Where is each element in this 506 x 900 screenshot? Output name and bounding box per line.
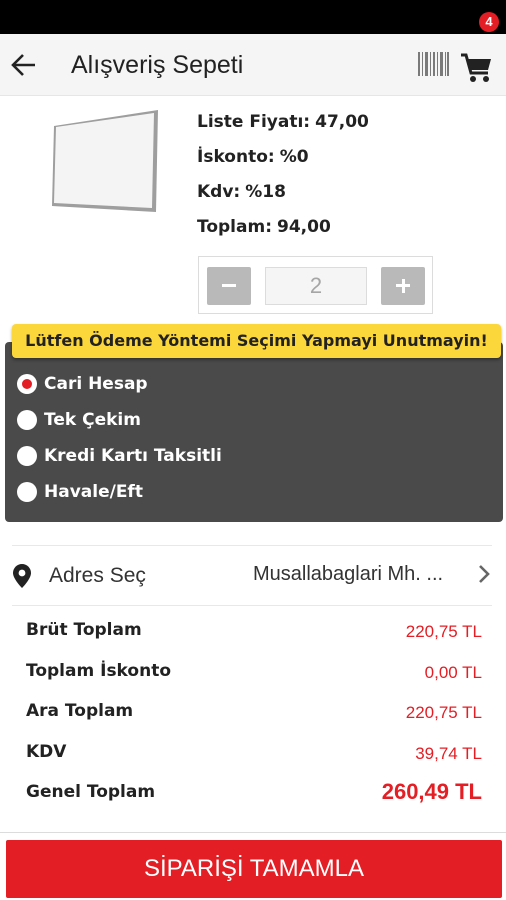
payment-option-label: Tek Çekim xyxy=(44,410,141,430)
radio-button[interactable] xyxy=(17,374,37,394)
subtotal-row: Ara Toplam 220,75 TL xyxy=(26,701,482,742)
vat-total-row: KDV 39,74 TL xyxy=(26,742,482,783)
payment-warning-banner: Lütfen Ödeme Yöntemi Seçimi Yapmayi Unut… xyxy=(12,324,501,358)
chevron-right-icon xyxy=(479,565,490,583)
barcode-button[interactable] xyxy=(418,52,449,76)
back-button[interactable] xyxy=(10,50,38,80)
total-label: KDV xyxy=(26,741,67,762)
list-price-row: Liste Fiyatı: 47,00 xyxy=(197,111,369,146)
vat-value: %18 xyxy=(245,182,286,202)
list-price-label: Liste Fiyatı: xyxy=(197,112,311,132)
divider xyxy=(12,545,492,546)
complete-order-button[interactable]: SİPARİŞİ TAMAMLA xyxy=(6,840,502,898)
screen: Alışveriş Sepeti 4 Liste Fiyatı: 47,00 İ… xyxy=(0,0,506,900)
total-discount-row: Toplam İskonto 0,00 TL xyxy=(26,661,482,702)
total-value: 39,74 TL xyxy=(415,743,482,763)
decrease-quantity-button[interactable] xyxy=(207,267,251,305)
payment-method-panel: Cari Hesap Tek Çekim Kredi Kartı Taksitl… xyxy=(5,342,503,522)
product-image xyxy=(48,108,160,214)
total-value: 0,00 TL xyxy=(424,662,482,682)
radio-button[interactable] xyxy=(17,446,37,466)
location-pin-icon xyxy=(13,564,31,588)
status-bar xyxy=(0,0,506,34)
list-price-value: 47,00 xyxy=(315,112,369,132)
total-label: Brüt Toplam xyxy=(26,620,142,640)
item-total-label: Toplam: xyxy=(197,217,272,237)
quantity-stepper: 2 xyxy=(198,256,433,314)
divider xyxy=(12,605,492,606)
grand-total-row: Genel Toplam 260,49 TL xyxy=(26,779,482,823)
cart-icon xyxy=(461,53,491,82)
product-info: Liste Fiyatı: 47,00 İskonto: %0 Kdv: %18 To… xyxy=(197,111,369,251)
cart-button[interactable] xyxy=(460,52,494,84)
discount-value: %0 xyxy=(279,147,309,167)
item-total-value: 94,00 xyxy=(277,217,331,237)
total-label: Genel Toplam xyxy=(26,782,156,802)
quantity-input[interactable]: 2 xyxy=(265,267,367,305)
vat-label: Kdv: xyxy=(197,182,241,202)
total-value: 220,75 TL xyxy=(405,622,482,641)
radio-button[interactable] xyxy=(17,482,37,502)
payment-option-label: Havale/Eft xyxy=(44,482,143,502)
gross-total-row: Brüt Toplam 220,75 TL xyxy=(26,620,482,661)
address-value: Musallabaglari Mh. ... xyxy=(253,563,444,585)
total-label: Toplam İskonto xyxy=(26,660,171,681)
divider xyxy=(0,832,506,833)
payment-option-label: Kredi Kartı Taksitli xyxy=(44,446,222,466)
page-title: Alışveriş Sepeti xyxy=(71,51,244,79)
address-selector[interactable]: Adres Seç Musallabaglari Mh. ... xyxy=(0,548,506,604)
increase-quantity-button[interactable] xyxy=(381,267,425,305)
app-bar: Alışveriş Sepeti xyxy=(0,34,506,96)
arrow-left-icon xyxy=(11,54,35,76)
radio-button[interactable] xyxy=(17,410,37,430)
grand-total-value: 260,49 TL xyxy=(381,779,482,804)
payment-option-label: Cari Hesap xyxy=(44,374,148,394)
cart-count-badge: 4 xyxy=(479,12,499,32)
discount-label: İskonto: xyxy=(197,147,275,167)
barcode-icon xyxy=(418,52,449,76)
address-label: Adres Seç xyxy=(49,564,146,587)
order-totals: Brüt Toplam 220,75 TL Toplam İskonto 0,0… xyxy=(26,620,482,823)
total-value: 220,75 TL xyxy=(405,703,482,722)
discount-row: İskonto: %0 xyxy=(197,146,369,181)
total-label: Ara Toplam xyxy=(26,701,134,721)
item-total-row: Toplam: 94,00 xyxy=(197,216,369,251)
vat-row: Kdv: %18 xyxy=(197,181,369,216)
